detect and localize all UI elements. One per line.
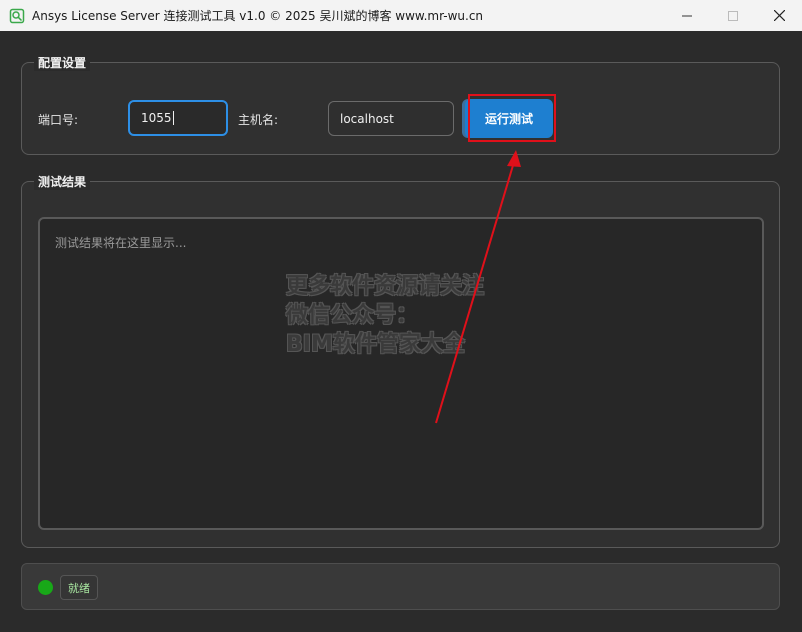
watermark-line-3: BIM软件管家大全 bbox=[286, 332, 465, 357]
results-textarea[interactable]: 测试结果将在这里显示... bbox=[38, 217, 764, 530]
status-indicator-icon bbox=[38, 580, 53, 595]
app-icon bbox=[9, 8, 25, 24]
text-caret bbox=[172, 111, 174, 125]
host-label: 主机名: bbox=[238, 113, 279, 127]
status-bar: 就绪 bbox=[21, 563, 780, 610]
host-input[interactable]: localhost bbox=[328, 101, 454, 136]
results-placeholder: 测试结果将在这里显示... bbox=[55, 236, 187, 250]
status-badge: 就绪 bbox=[60, 575, 98, 600]
maximize-icon bbox=[728, 10, 738, 21]
minimize-icon bbox=[682, 15, 692, 16]
annotation-highlight-box bbox=[468, 94, 556, 142]
close-button[interactable] bbox=[756, 0, 802, 31]
config-group: 配置设置 端口号: 1055 主机名: localhost 运行测试 bbox=[21, 54, 780, 155]
port-input-value: 1055 bbox=[141, 111, 172, 125]
window-titlebar: Ansys License Server 连接测试工具 v1.0 © 2025 … bbox=[0, 0, 802, 31]
port-label: 端口号: bbox=[38, 113, 79, 127]
close-icon bbox=[773, 10, 785, 21]
results-group: 测试结果 测试结果将在这里显示... bbox=[21, 173, 780, 548]
watermark: 更多软件资源请关注 微信公众号： BIM软件管家大全 bbox=[286, 272, 484, 359]
watermark-line-2: 微信公众号： bbox=[286, 303, 419, 328]
host-input-value: localhost bbox=[340, 111, 394, 126]
results-group-title: 测试结果 bbox=[34, 173, 91, 190]
maximize-button[interactable] bbox=[710, 0, 756, 31]
config-group-title: 配置设置 bbox=[34, 54, 91, 71]
minimize-button[interactable] bbox=[664, 0, 710, 31]
watermark-line-1: 更多软件资源请关注 bbox=[286, 274, 485, 299]
port-input[interactable]: 1055 bbox=[128, 100, 228, 136]
window-title: Ansys License Server 连接测试工具 v1.0 © 2025 … bbox=[32, 9, 484, 23]
